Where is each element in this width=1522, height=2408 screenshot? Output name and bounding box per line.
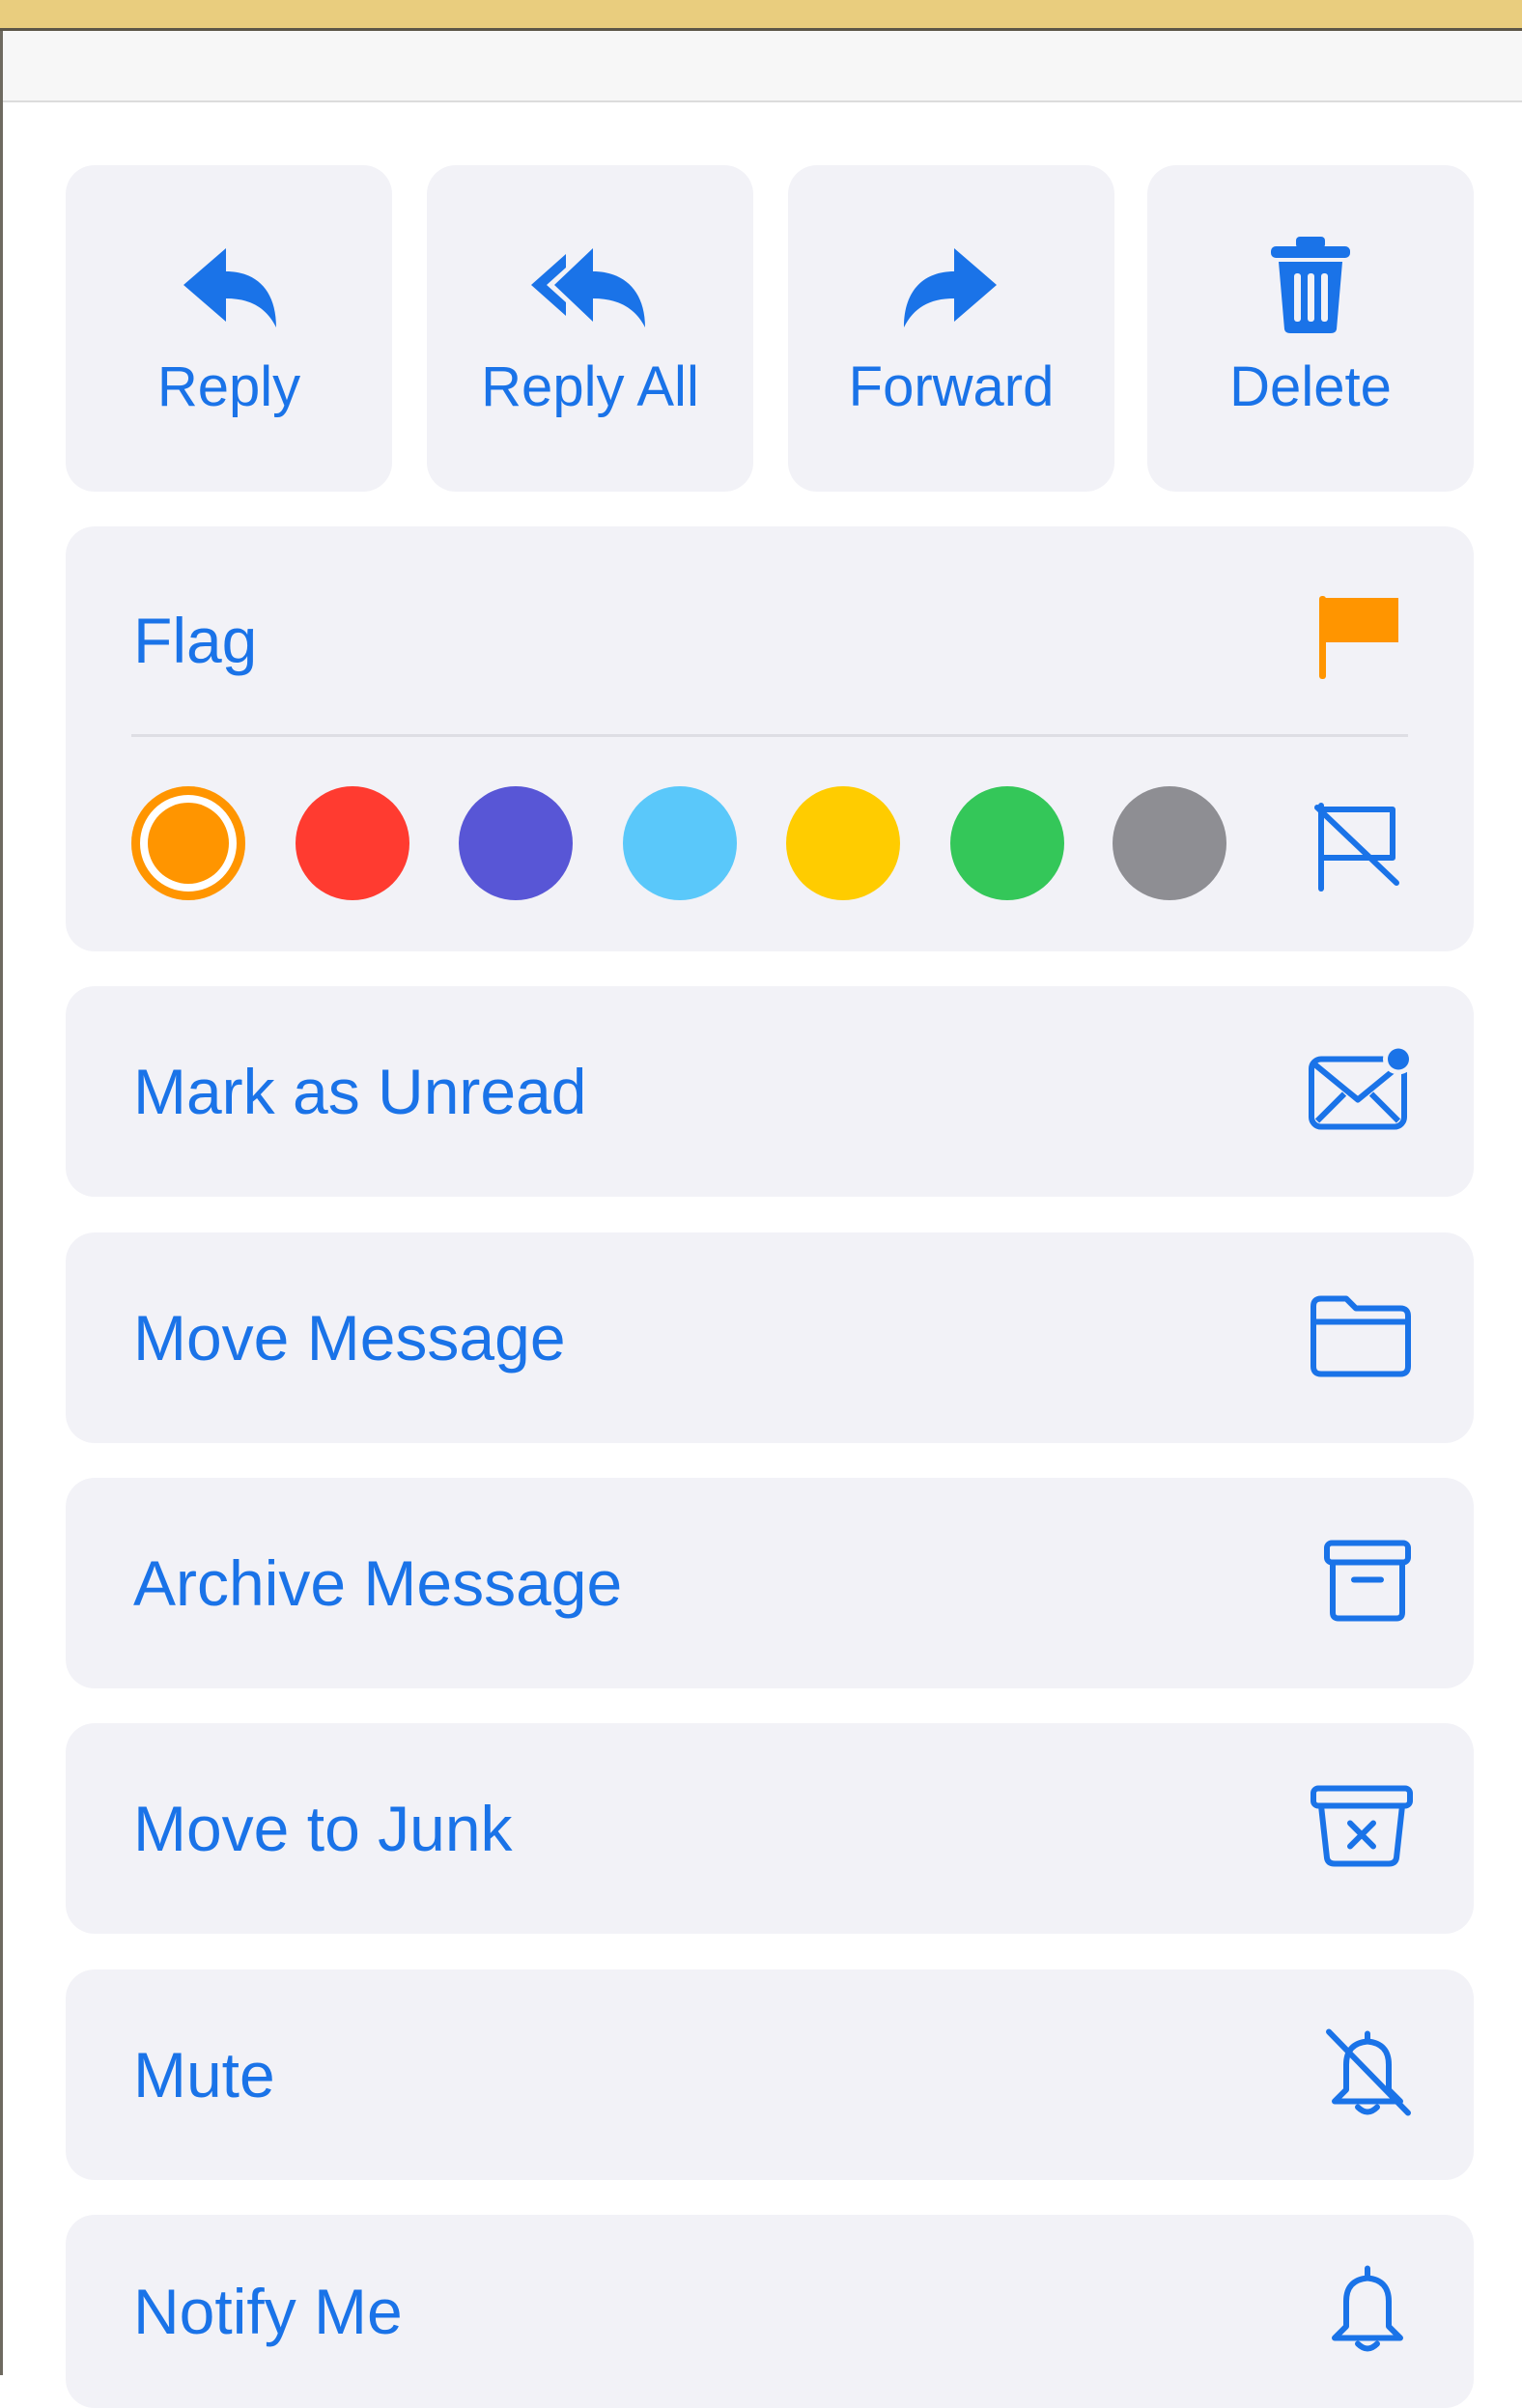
unflag-icon[interactable] [1313, 800, 1402, 897]
window-top-border [0, 0, 1522, 31]
forward-label: Forward [848, 355, 1055, 418]
notify-me-row[interactable]: Notify Me [66, 2215, 1474, 2408]
flag-color-yellow[interactable] [786, 786, 900, 900]
flag-divider [131, 734, 1408, 737]
mark-as-unread-label: Mark as Unread [133, 1056, 587, 1127]
reply-all-label: Reply All [481, 355, 699, 418]
reply-button[interactable]: Reply [66, 165, 392, 492]
reply-all-button[interactable]: Reply All [427, 165, 753, 492]
junk-bin-icon [1310, 1783, 1414, 1875]
folder-icon [1308, 1293, 1414, 1383]
flag-color-gray[interactable] [1113, 786, 1226, 900]
mute-row[interactable]: Mute [66, 1969, 1474, 2180]
sheet-header [3, 31, 1522, 102]
forward-arrow-icon [898, 242, 1004, 340]
forward-button[interactable]: Forward [788, 165, 1114, 492]
move-message-label: Move Message [133, 1302, 566, 1374]
flag-color-light-blue[interactable] [623, 786, 737, 900]
envelope-unread-icon [1308, 1043, 1414, 1138]
delete-button[interactable]: Delete [1147, 165, 1474, 492]
move-message-row[interactable]: Move Message [66, 1232, 1474, 1443]
delete-label: Delete [1229, 355, 1392, 418]
move-to-junk-row[interactable]: Move to Junk [66, 1723, 1474, 1934]
flag-color-orange[interactable] [131, 786, 245, 900]
flag-color-purple[interactable] [459, 786, 573, 900]
trash-icon [1267, 235, 1354, 340]
flag-color-red[interactable] [296, 786, 409, 900]
archive-message-label: Archive Message [133, 1547, 623, 1619]
bell-slash-icon [1321, 2026, 1414, 2124]
archive-message-row[interactable]: Archive Message [66, 1478, 1474, 1688]
reply-label: Reply [156, 355, 301, 418]
reply-arrow-icon [176, 242, 282, 340]
flag-card: Flag [66, 526, 1474, 951]
flag-icon[interactable] [1315, 590, 1402, 688]
flag-color-green[interactable] [950, 786, 1064, 900]
mark-as-unread-row[interactable]: Mark as Unread [66, 986, 1474, 1197]
notify-me-label: Notify Me [133, 2276, 403, 2347]
reply-all-arrow-icon [527, 242, 653, 340]
mute-label: Mute [133, 2039, 275, 2111]
bell-icon [1321, 2263, 1414, 2361]
archive-box-icon [1321, 1538, 1414, 1629]
flag-button[interactable]: Flag [133, 604, 257, 677]
move-to-junk-label: Move to Junk [133, 1793, 513, 1864]
